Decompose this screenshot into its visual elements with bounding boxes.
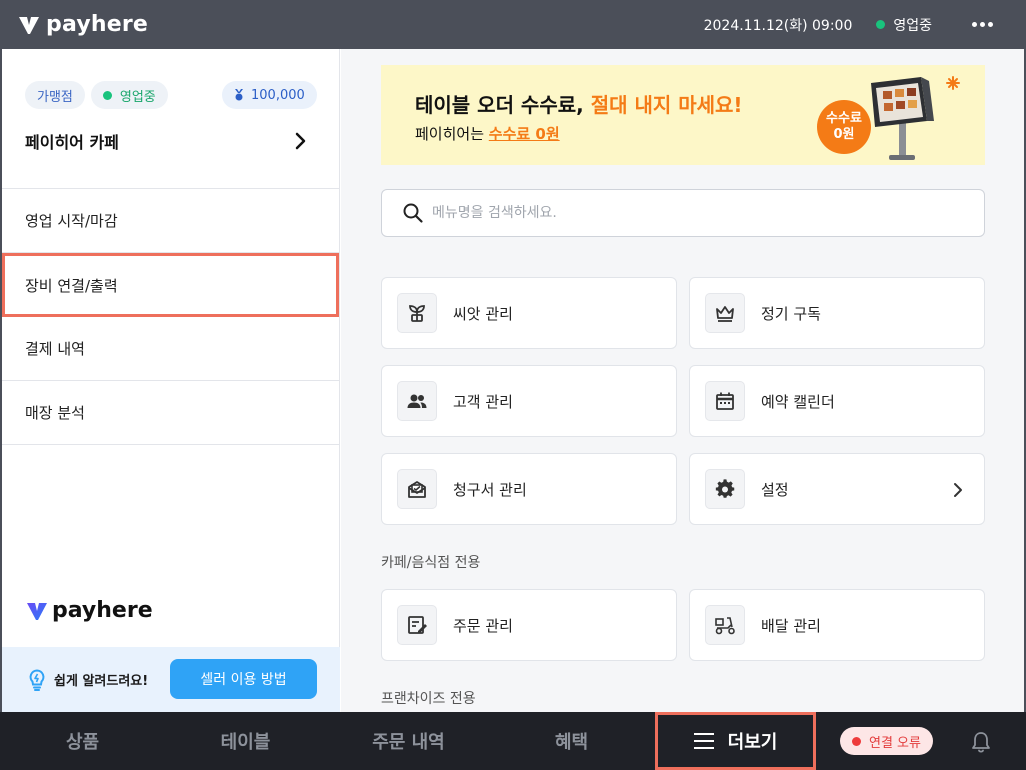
delivery-scooter-icon — [715, 617, 735, 635]
card-icon-box — [397, 381, 437, 421]
points-value: 100,000 — [251, 87, 305, 103]
fee-zero-badge: 수수료 0원 — [817, 100, 871, 154]
card-icon-box — [705, 293, 745, 333]
banner-title: 테이블 오더 수수료, 절대 내지 마세요! — [415, 89, 743, 118]
help-bar: 쉽게 알려드려요! 셀러 이용 방법 — [2, 647, 340, 712]
business-status: 영업중 — [876, 15, 932, 35]
menu-search-bar[interactable] — [381, 189, 985, 237]
settings-card[interactable]: 설정 — [689, 453, 985, 525]
chevron-right-icon[interactable] — [292, 129, 310, 153]
card-label: 정기 구독 — [761, 304, 821, 323]
help-text: 쉽게 알려드려요! — [54, 674, 149, 689]
tab-more[interactable]: 더보기 — [655, 712, 816, 770]
card-icon-box — [397, 293, 437, 333]
sprout-icon — [409, 305, 425, 322]
fee-badge-line2: 0원 — [833, 127, 855, 142]
order-management-card[interactable]: 주문 관리 — [381, 589, 677, 661]
menu-search-input[interactable] — [432, 205, 952, 221]
table-order-kiosk-illustration — [871, 76, 960, 160]
payhere-logo-icon — [19, 16, 39, 34]
sidebar-logo: payhere — [26, 598, 153, 623]
crown-icon — [716, 306, 734, 322]
tab-more-label: 더보기 — [727, 732, 778, 753]
bottom-nav: 상품 테이블 주문 내역 혜택 더보기 연결 오류 — [0, 712, 1026, 770]
banner-sub-plain: 페이히어는 — [415, 125, 489, 143]
gear-icon — [715, 479, 735, 498]
card-icon-box — [397, 469, 437, 509]
customer-management-card[interactable]: 고객 관리 — [381, 365, 677, 437]
seed-management-card[interactable]: 씨앗 관리 — [381, 277, 677, 349]
brand-name: payhere — [46, 12, 149, 37]
calendar-icon — [716, 392, 734, 410]
banner-title-accent: 절대 내지 마세요! — [590, 93, 743, 117]
main-content: 테이블 오더 수수료, 절대 내지 마세요! 페이히어는 수수료 0원 수수료 … — [341, 49, 1024, 712]
card-label: 예약 캘린더 — [761, 392, 835, 411]
section-title-cafe: 카페/음식점 전용 — [381, 555, 481, 571]
card-label: 씨앗 관리 — [453, 304, 513, 323]
card-icon-box — [705, 605, 745, 645]
invoice-mail-icon — [408, 481, 426, 498]
banner-sub-link[interactable]: 수수료 0원 — [489, 125, 560, 143]
open-status-label: 영업중 — [119, 89, 156, 105]
subscription-card[interactable]: 정기 구독 — [689, 277, 985, 349]
tab-tables[interactable]: 테이블 — [183, 712, 308, 770]
tab-benefits[interactable]: 혜택 — [509, 712, 634, 770]
sidebar-item-business-open-close[interactable]: 영업 시작/마감 — [2, 189, 339, 253]
datetime: 2024.11.12(화) 09:00 — [703, 17, 853, 34]
points-badge[interactable]: 100,000 — [222, 81, 317, 109]
banner-subtitle: 페이히어는 수수료 0원 — [415, 123, 560, 144]
section-title-franchise: 프랜차이즈 전용 — [381, 691, 476, 707]
connection-error-badge[interactable]: 연결 오류 — [840, 727, 933, 755]
sidebar-brand-name: payhere — [52, 598, 153, 623]
sidebar: 가맹점 영업중 100,000 페이히어 카페 영업 시작/마감 장비 연결/출… — [2, 49, 340, 712]
open-dot-icon — [102, 90, 112, 100]
card-label: 청구서 관리 — [453, 480, 527, 499]
status-dot-icon — [876, 20, 886, 29]
delivery-management-card[interactable]: 배달 관리 — [689, 589, 985, 661]
sidebar-item-payment-history[interactable]: 결제 내역 — [2, 317, 339, 381]
hamburger-menu-icon — [693, 733, 714, 749]
tab-products[interactable]: 상품 — [20, 712, 145, 770]
tab-order-history[interactable]: 주문 내역 — [346, 712, 471, 770]
card-label: 설정 — [761, 480, 789, 499]
more-options-button[interactable] — [972, 22, 996, 27]
people-icon — [407, 394, 427, 408]
chevron-right-icon — [954, 483, 962, 497]
medal-icon — [235, 89, 243, 101]
banner-title-plain: 테이블 오더 수수료, — [415, 93, 591, 117]
payhere-logo: payhere — [18, 12, 148, 37]
card-label: 배달 관리 — [761, 616, 821, 635]
status-label: 영업중 — [893, 17, 932, 34]
store-header[interactable]: 가맹점 영업중 100,000 페이히어 카페 — [2, 49, 339, 189]
card-icon-box — [397, 605, 437, 645]
sidebar-item-store-analytics[interactable]: 매장 분석 — [2, 381, 339, 445]
card-icon-box — [705, 469, 745, 509]
invoice-management-card[interactable]: 청구서 관리 — [381, 453, 677, 525]
card-icon-box — [705, 381, 745, 421]
open-status-badge: 영업중 — [90, 81, 168, 109]
connection-error-label: 연결 오류 — [869, 735, 921, 751]
bell-icon[interactable] — [970, 730, 992, 754]
store-name: 페이히어 카페 — [25, 133, 119, 152]
order-edit-icon — [408, 616, 427, 634]
card-label: 주문 관리 — [453, 616, 513, 635]
top-bar: payhere 2024.11.12(화) 09:00 영업중 — [0, 0, 1026, 49]
franchise-badge: 가맹점 — [25, 81, 85, 109]
search-icon — [403, 203, 423, 223]
seller-guide-button[interactable]: 셀러 이용 방법 — [170, 659, 317, 699]
promo-banner[interactable]: 테이블 오더 수수료, 절대 내지 마세요! 페이히어는 수수료 0원 수수료 … — [381, 65, 985, 165]
lightbulb-icon — [29, 668, 45, 691]
fee-badge-line1: 수수료 — [826, 111, 862, 126]
reservation-calendar-card[interactable]: 예약 캘린더 — [689, 365, 985, 437]
sidebar-item-device-connection[interactable]: 장비 연결/출력 — [2, 253, 339, 317]
card-label: 고객 관리 — [453, 392, 513, 411]
error-dot-icon — [852, 736, 861, 746]
payhere-logo-icon — [27, 602, 47, 620]
